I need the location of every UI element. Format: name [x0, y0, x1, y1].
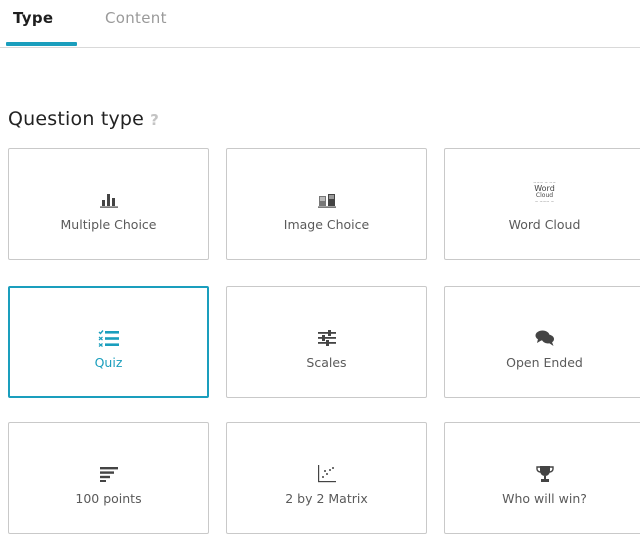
- quiz-list-icon: [10, 327, 207, 349]
- question-type-label: Who will win?: [502, 491, 587, 506]
- question-type-label: 100 points: [75, 491, 142, 506]
- question-type-label: Open Ended: [506, 355, 583, 370]
- active-tab-indicator: [6, 42, 77, 46]
- tab-type[interactable]: Type: [13, 9, 53, 27]
- question-type-image-choice[interactable]: Image Choice: [226, 148, 427, 260]
- section-title-text: Question type: [8, 108, 145, 130]
- question-type-multiple-choice[interactable]: Multiple Choice: [8, 148, 209, 260]
- question-type-label: Multiple Choice: [60, 217, 157, 232]
- question-type-scales[interactable]: Scales: [226, 286, 427, 398]
- speech-bubbles-icon: [445, 327, 640, 349]
- question-type-label: Quiz: [94, 355, 123, 370]
- bar-chart-icon: [9, 189, 208, 211]
- sliders-icon: [227, 327, 426, 349]
- tab-content[interactable]: Content: [105, 9, 167, 27]
- trophy-icon: [445, 463, 640, 485]
- word-cloud-icon: ~~~ ~ ~~ Word Cloud ~ ~~~ ~: [533, 180, 556, 204]
- question-type-label: Scales: [306, 355, 347, 370]
- question-type-word-cloud[interactable]: ~~~ ~ ~~ Word Cloud ~ ~~~ ~ Word Cloud: [444, 148, 640, 260]
- points-lines-icon: [9, 463, 208, 485]
- tab-bar: Type Content: [0, 0, 640, 48]
- question-type-2-by-2-matrix[interactable]: 2 by 2 Matrix: [226, 422, 427, 534]
- image-choice-icon: [227, 189, 426, 211]
- help-icon[interactable]: ?: [150, 111, 159, 129]
- question-type-100-points[interactable]: 100 points: [8, 422, 209, 534]
- question-type-label: 2 by 2 Matrix: [285, 491, 368, 506]
- question-type-label: Word Cloud: [508, 217, 581, 232]
- matrix-scatter-icon: [227, 463, 426, 485]
- question-type-quiz[interactable]: Quiz: [8, 286, 209, 398]
- question-type-open-ended[interactable]: Open Ended: [444, 286, 640, 398]
- question-type-label: Image Choice: [283, 217, 370, 232]
- question-type-who-will-win[interactable]: Who will win?: [444, 422, 640, 534]
- section-title: Question type?: [8, 108, 159, 130]
